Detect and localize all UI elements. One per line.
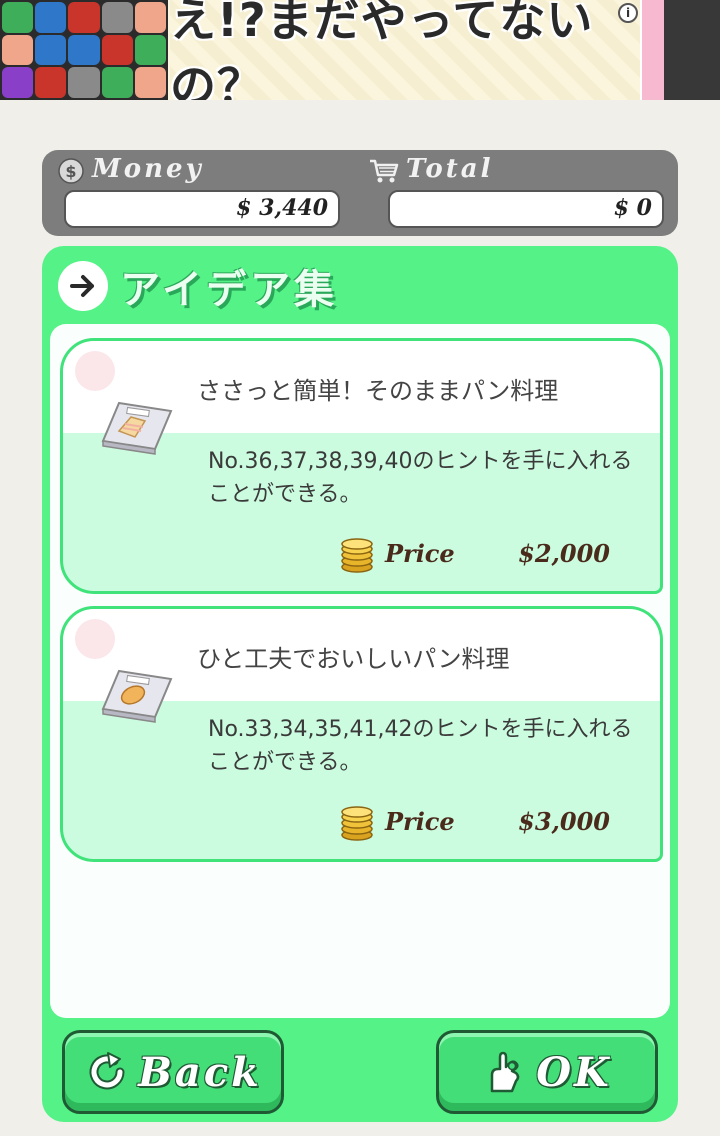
total-value: $ 0 — [388, 190, 664, 228]
price-label: Price — [385, 807, 455, 836]
item-price: $3,000 — [518, 807, 610, 836]
bread-book-icon — [101, 669, 173, 723]
ad-banner[interactable]: え!?まだやってないの？ i — [0, 0, 720, 100]
unread-dot — [75, 351, 115, 391]
ad-artwork[interactable]: え!?まだやってないの？ — [170, 0, 640, 100]
ad-dark-strip — [664, 0, 720, 100]
info-icon[interactable]: i — [618, 3, 638, 23]
idea-item[interactable]: ささっと簡単！そのままパン料理 No.36,37,38,39,40のヒントを手に… — [60, 338, 663, 594]
dollar-coin-icon: $ — [58, 158, 84, 184]
ok-button[interactable]: OK — [436, 1030, 658, 1114]
total-label: Total — [406, 154, 494, 184]
ad-game-tiles — [0, 0, 168, 100]
money-label: Money — [92, 154, 204, 184]
bread-book-icon — [101, 401, 173, 455]
back-button[interactable]: Back — [62, 1030, 284, 1114]
panel-title: アイデア集 — [120, 267, 338, 313]
item-price: $2,000 — [518, 539, 610, 568]
item-description: No.36,37,38,39,40のヒントを手に入れることができる。 — [208, 449, 633, 507]
idea-list[interactable]: ささっと簡単！そのままパン料理 No.36,37,38,39,40のヒントを手に… — [50, 324, 670, 1018]
item-description: No.33,34,35,41,42のヒントを手に入れることができる。 — [208, 717, 633, 775]
ad-side-strip — [640, 0, 664, 100]
refresh-arrow-icon — [89, 1052, 125, 1090]
svg-text:$: $ — [65, 162, 76, 181]
shopping-cart-icon — [370, 159, 399, 183]
coins-icon — [341, 538, 373, 573]
coins-icon — [341, 806, 373, 841]
money-total-bar: $ Money Total $ 3,440 $ 0 — [42, 150, 678, 236]
panel-header: アイデア集 — [58, 256, 338, 316]
idea-item[interactable]: ひと工夫でおいしいパン料理 No.33,34,35,41,42のヒントを手に入れ… — [60, 606, 663, 862]
unread-dot — [75, 619, 115, 659]
back-label: Back — [138, 1048, 262, 1096]
idea-collection-panel: アイデア集 ささっと簡単！そのままパン料理 No.36,37,38,39,40の… — [42, 246, 678, 1122]
item-title: ひと工夫でおいしいパン料理 — [197, 645, 510, 673]
ad-headline: え!?まだやってないの？ — [170, 0, 594, 100]
arrow-right-icon — [58, 261, 108, 311]
ok-hand-icon — [490, 1051, 520, 1093]
money-value: $ 3,440 — [64, 190, 340, 228]
item-title: ささっと簡単！そのままパン料理 — [197, 377, 559, 405]
price-label: Price — [385, 539, 455, 568]
ok-label: OK — [536, 1048, 612, 1096]
